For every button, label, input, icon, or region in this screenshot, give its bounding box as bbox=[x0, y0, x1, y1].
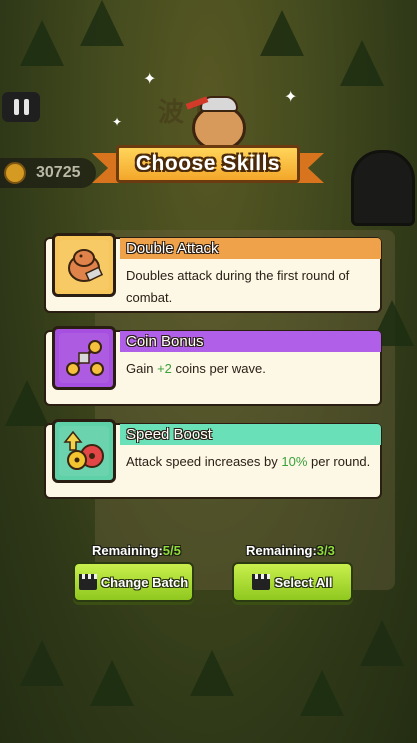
skill-description: Attack speed increases by 10% per round. bbox=[126, 454, 371, 469]
video-ad-icon bbox=[252, 574, 271, 590]
skill-icon-frame bbox=[52, 326, 116, 390]
skill-name: Double Attack bbox=[126, 240, 219, 257]
sparkle-icon: ✦ bbox=[143, 71, 157, 88]
coin-icon bbox=[4, 162, 26, 184]
skill-icon-frame bbox=[52, 233, 116, 297]
coin-counter: 30725 bbox=[0, 158, 96, 188]
select-all-remaining: Remaining:3/3 bbox=[246, 543, 335, 558]
pause-icon bbox=[13, 99, 19, 115]
gears-arrow-icon bbox=[59, 426, 109, 476]
skill-description: Doubles attack during the first round of… bbox=[126, 268, 350, 305]
skill-name: Speed Boost bbox=[126, 426, 212, 443]
coin-chain-icon bbox=[59, 333, 109, 383]
skill-card-double-attack[interactable]: Double Attack Doubles attack during the … bbox=[44, 233, 382, 313]
choose-skills-banner: Choose Skills bbox=[92, 145, 324, 187]
capybara-mascot bbox=[185, 92, 250, 150]
sparkle-icon: ✦ bbox=[284, 89, 298, 106]
skill-name: Coin Bonus bbox=[126, 333, 204, 350]
banner-title: Choose Skills bbox=[135, 152, 281, 175]
capybara-knife-icon bbox=[59, 240, 109, 290]
coin-value: 30725 bbox=[36, 164, 81, 181]
change-batch-button[interactable]: Change Batch bbox=[73, 562, 194, 602]
sparkle-icon: ✦ bbox=[112, 115, 123, 129]
skill-card-speed-boost[interactable]: Speed Boost Attack speed increases by 10… bbox=[44, 419, 382, 499]
skill-icon-frame bbox=[52, 419, 116, 483]
pause-button[interactable] bbox=[2, 92, 40, 122]
skill-card-coin-bonus[interactable]: Coin Bonus Gain +2 coins per wave. bbox=[44, 326, 382, 406]
video-ad-icon bbox=[78, 574, 97, 590]
skill-description: Gain +2 coins per wave. bbox=[126, 361, 266, 376]
select-all-button[interactable]: Select All bbox=[232, 562, 353, 602]
change-batch-remaining: Remaining:5/5 bbox=[92, 543, 181, 558]
